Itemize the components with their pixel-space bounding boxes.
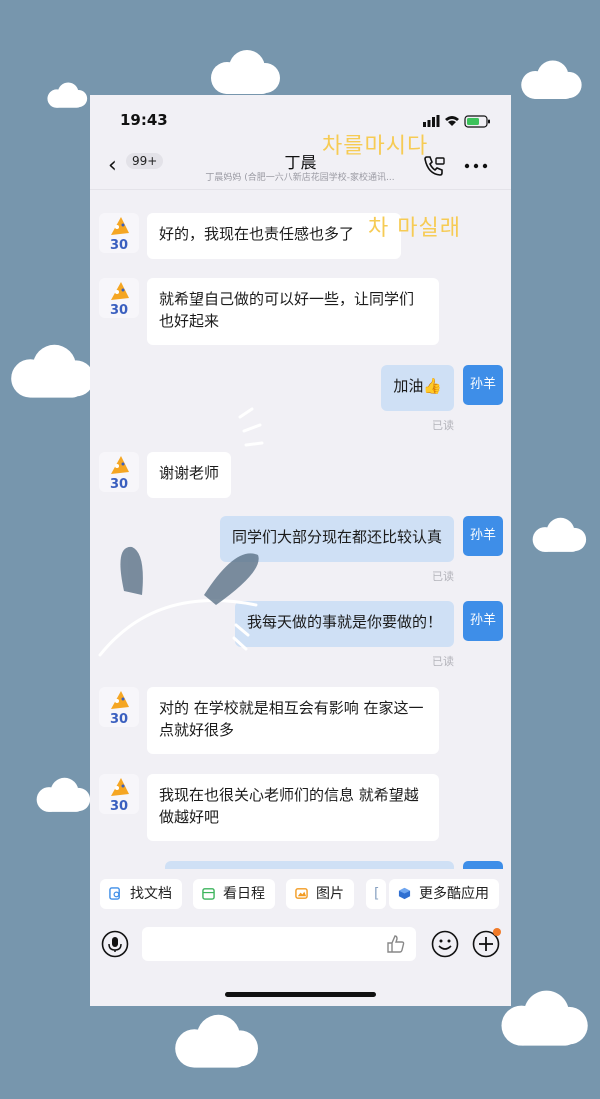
bunny-ears-sticker-icon [98,407,264,657]
more-apps-label: 更多酷应用 [419,886,489,902]
self-avatar[interactable]: 孙羊 [463,601,503,641]
cloud-decoration [521,60,582,99]
message-bubble[interactable]: 好的，我现在也责任感也多了 [147,213,401,259]
message-bubble[interactable]: 就希望自己做的可以好一些，让同学们也好起来 [147,278,439,345]
contact-avatar[interactable]: 30 [99,774,139,814]
home-indicator [225,992,376,997]
cloud-decoration [36,777,91,812]
add-attachment-icon[interactable] [472,927,504,959]
cloud-decoration [47,82,88,108]
read-status: 已读 [432,570,454,583]
document-search-icon [109,887,120,900]
calendar-icon [202,888,215,900]
message-input-bar [90,919,511,971]
contact-avatar[interactable]: 30 [99,278,139,318]
voice-input-icon[interactable] [101,930,129,958]
apps-cube-icon [398,887,411,900]
contact-avatar[interactable]: 30 [99,687,139,727]
quick-actions-bar: 找文档 看日程 图片 [ 更多酷应用 [90,869,511,919]
party-hat-30-avatar-icon: 30 [110,217,129,253]
chat-header: ‹ 99+ 丁晨 丁晨妈妈 (合肥一六八新店花园学校-家校通讯... [90,143,511,190]
party-hat-30-avatar-icon: 30 [110,778,129,814]
party-hat-30-avatar-icon: 30 [110,282,129,318]
party-hat-30-avatar-icon: 30 [110,691,129,727]
hidden-action-button[interactable]: [ [366,879,386,909]
more-apps-button[interactable]: 更多酷应用 [389,879,499,909]
view-schedule-button[interactable]: 看日程 [193,879,275,909]
svg-text:30: 30 [110,712,128,727]
svg-text:30: 30 [110,303,128,318]
image-label: 图片 [316,886,344,902]
find-document-button[interactable]: 找文档 [100,879,182,909]
self-avatar[interactable]: 孙羊 [463,516,503,556]
cloud-decoration [175,1014,258,1068]
message-bubble[interactable]: 我现在也很关心老师们的信息 就希望越做越好吧 [147,774,439,841]
find-document-label: 找文档 [130,886,172,902]
svg-text:30: 30 [110,799,128,814]
contact-avatar[interactable]: 30 [99,213,139,253]
signal-wifi-battery-icon [423,115,490,128]
image-button[interactable]: 图片 [286,879,354,909]
read-status: 已读 [432,655,454,668]
cloud-decoration [11,344,94,398]
korean-sticker-text: 차 마실래 [368,216,461,241]
image-icon [295,888,308,899]
svg-text:30: 30 [110,238,128,253]
message-bubble[interactable]: 对的 在学校就是相互会有影响 在家这一点就好很多 [147,687,439,754]
partial-bracket-icon: [ [374,886,380,902]
status-bar: 19:43 [90,95,511,143]
message-bubble-self[interactable]: 加油👍 [381,365,454,411]
message-text-field[interactable] [142,927,416,961]
korean-sticker-text: 차를마시다 [322,134,429,159]
self-avatar[interactable]: 孙羊 [463,365,503,405]
status-time: 19:43 [120,111,168,129]
thumbs-up-icon[interactable] [386,934,406,954]
chat-subtitle[interactable]: 丁晨妈妈 (合肥一六八新店花园学校-家校通讯... [190,170,410,183]
cloud-decoration [211,50,280,94]
cloud-decoration [532,517,587,552]
read-status: 已读 [432,419,454,432]
emoji-icon[interactable] [431,930,459,958]
more-options-icon[interactable] [464,163,488,169]
view-schedule-label: 看日程 [223,886,265,902]
